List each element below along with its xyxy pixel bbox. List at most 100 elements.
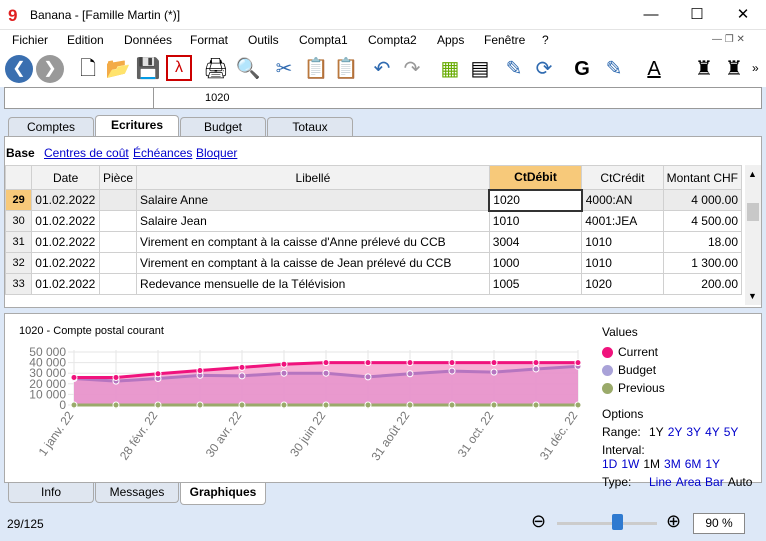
cell-ctcredit[interactable]: 4001:JEA — [581, 210, 664, 232]
forward-icon[interactable]: ❯ — [36, 55, 64, 83]
table-row[interactable]: 31 01.02.2022 Virement en comptant à la ca… — [4, 231, 743, 253]
cell-ctdebit[interactable]: 1005 — [488, 273, 583, 295]
menu-edition[interactable]: Edition — [67, 33, 104, 47]
zoom-out-icon[interactable]: ⊖ — [531, 511, 546, 532]
zoom-in-icon[interactable]: ⊕ — [666, 511, 681, 532]
tab-info[interactable]: Info — [8, 483, 94, 503]
scroll-thumb[interactable] — [747, 203, 759, 221]
cell-date[interactable]: 01.02.2022 — [31, 273, 101, 295]
cell-libelle[interactable]: Salaire Jean — [136, 210, 490, 232]
col-piece[interactable]: Pièce — [99, 165, 138, 190]
cell-date[interactable]: 01.02.2022 — [31, 189, 101, 211]
menu-fichier[interactable]: Fichier — [12, 33, 48, 47]
legend-previous[interactable]: Previous — [602, 381, 761, 395]
refresh-icon[interactable]: ⟳ — [530, 55, 558, 83]
view-centres[interactable]: Centres de coût — [44, 146, 129, 160]
col-ctcredit[interactable]: CtCrédit — [581, 165, 664, 190]
cell-date[interactable]: 01.02.2022 — [31, 231, 101, 253]
view-bloquer[interactable]: Bloquer — [196, 146, 237, 160]
cell-ctdebit[interactable]: 1010 — [488, 210, 583, 232]
bold-icon[interactable]: G — [568, 55, 596, 83]
col-date[interactable]: Date — [31, 165, 101, 190]
row-number[interactable]: 33 — [4, 273, 33, 295]
print-preview-icon[interactable]: 🔍 — [234, 55, 262, 83]
menu-format[interactable]: Format — [190, 33, 228, 47]
cell-montant[interactable]: 4 500.00 — [662, 210, 743, 232]
cell-piece[interactable] — [99, 189, 138, 211]
cell-piece[interactable] — [99, 252, 138, 274]
find-next-icon[interactable]: ♜ — [720, 55, 748, 83]
zoom-slider[interactable] — [557, 514, 657, 530]
mdi-controls[interactable]: — ❐ ✕ — [712, 34, 745, 45]
interval-option[interactable]: 1W — [621, 457, 639, 471]
cell-ctdebit[interactable]: 3004 — [488, 231, 583, 253]
type-option[interactable]: Line — [649, 475, 672, 489]
scroll-up-icon[interactable]: ▲ — [748, 169, 757, 179]
interval-option[interactable]: 1M — [643, 457, 660, 471]
cell-piece[interactable] — [99, 231, 138, 253]
legend-current[interactable]: Current — [602, 345, 761, 359]
menu-apps[interactable]: Apps — [437, 33, 464, 47]
scroll-down-icon[interactable]: ▼ — [748, 291, 757, 301]
row-number[interactable]: 32 — [4, 252, 33, 274]
pdf-icon[interactable]: λ — [166, 55, 192, 81]
cell-piece[interactable] — [99, 273, 138, 295]
cell-value[interactable]: 1020 — [205, 92, 229, 104]
type-option[interactable]: Area — [676, 475, 701, 489]
cell-libelle[interactable]: Virement en comptant à la caisse d'Anne … — [136, 231, 490, 253]
cell-date[interactable]: 01.02.2022 — [31, 210, 101, 232]
tab-totaux[interactable]: Totaux — [267, 117, 353, 137]
row-number[interactable]: 29 — [4, 189, 33, 211]
cell-montant[interactable]: 1 300.00 — [662, 252, 743, 274]
tab-comptes[interactable]: Comptes — [8, 117, 94, 137]
cell-ctcredit[interactable]: 4000:AN — [581, 189, 664, 211]
legend-budget[interactable]: Budget — [602, 363, 761, 377]
tab-messages[interactable]: Messages — [95, 483, 179, 503]
view-echeances[interactable]: Échéances — [133, 146, 192, 160]
table-row[interactable]: 32 01.02.2022 Virement en comptant à la ca… — [4, 252, 743, 274]
menu-compta2[interactable]: Compta2 — [368, 33, 417, 47]
print-icon[interactable]: 🖨 — [202, 55, 230, 83]
cell-ctdebit[interactable]: 1000 — [488, 252, 583, 274]
type-option[interactable]: Bar — [705, 475, 724, 489]
font-color-icon[interactable]: A — [640, 55, 668, 83]
menu-help[interactable]: ? — [542, 33, 549, 47]
type-option[interactable]: Auto — [728, 475, 753, 489]
col-ctdebit[interactable]: CtDébit — [488, 165, 583, 190]
cell-piece[interactable] — [99, 210, 138, 232]
row-number[interactable]: 30 — [4, 210, 33, 232]
copy-icon[interactable]: 📋 — [302, 55, 330, 83]
cell-libelle[interactable]: Virement en comptant à la caisse de Jean… — [136, 252, 490, 274]
cell-libelle[interactable]: Salaire Anne — [136, 189, 490, 211]
tab-ecritures[interactable]: Ecritures — [95, 115, 179, 137]
menu-outils[interactable]: Outils — [248, 33, 279, 47]
interval-option[interactable]: 1D — [602, 457, 617, 471]
cell-editor-bar[interactable]: 1020 — [4, 87, 762, 109]
insert-row-icon[interactable]: ▦ — [436, 55, 464, 83]
view-base[interactable]: Base — [6, 146, 35, 160]
range-option[interactable]: 3Y — [686, 425, 701, 439]
row-number[interactable]: 31 — [4, 231, 33, 253]
cell-ctdebit[interactable]: 1020 — [488, 188, 583, 212]
minimize-icon[interactable]: — — [628, 0, 674, 30]
undo-icon[interactable]: ↶ — [368, 55, 396, 83]
save-icon[interactable]: 💾 — [134, 55, 162, 83]
edit-icon[interactable]: ✎ — [500, 55, 528, 83]
interval-option[interactable]: 1Y — [705, 457, 720, 471]
zoom-slider-thumb[interactable] — [612, 514, 623, 530]
redo-icon[interactable]: ↷ — [398, 55, 426, 83]
close-icon[interactable]: ✕ — [720, 0, 766, 30]
col-montant[interactable]: Montant CHF — [662, 165, 743, 190]
back-icon[interactable]: ❮ — [5, 55, 33, 83]
range-option[interactable]: 5Y — [724, 425, 739, 439]
cell-ctcredit[interactable]: 1010 — [581, 231, 664, 253]
open-folder-icon[interactable]: 📂 — [104, 55, 132, 83]
cell-montant[interactable]: 200.00 — [662, 273, 743, 295]
tab-graphiques[interactable]: Graphiques — [180, 483, 266, 505]
cut-icon[interactable]: ✂ — [270, 55, 298, 83]
tab-budget[interactable]: Budget — [180, 117, 266, 137]
delete-row-icon[interactable]: ▤ — [466, 55, 494, 83]
table-row[interactable]: 30 01.02.2022 Salaire Jean 1010 4001:JEA 4 50… — [4, 210, 743, 232]
range-option[interactable]: 1Y — [649, 425, 664, 439]
cell-libelle[interactable]: Redevance mensuelle de la Télévision — [136, 273, 490, 295]
